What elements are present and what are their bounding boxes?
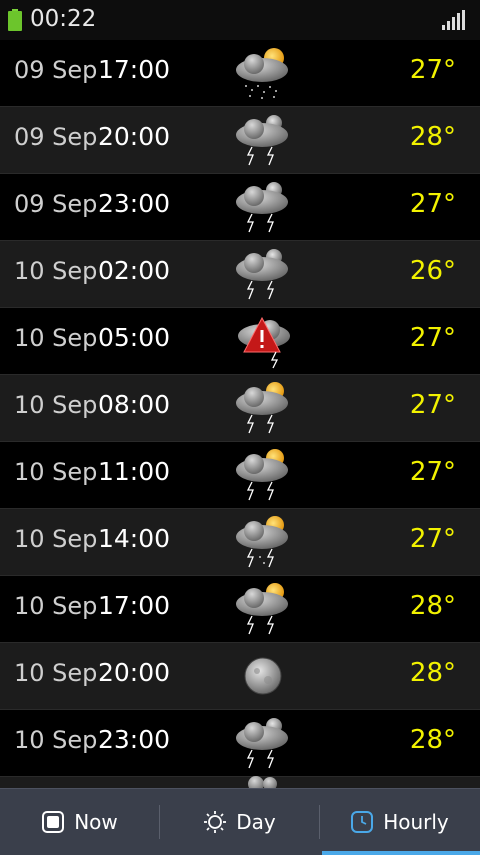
forecast-row[interactable]: 10 Sep 23:00 28° [0, 710, 480, 777]
row-temperature: 27° [409, 189, 456, 219]
row-temperature: 26° [409, 256, 456, 286]
thunderstorm-sun-icon [236, 516, 288, 568]
thunderstorm-moon-icon [236, 115, 288, 166]
row-time: 17:00 [98, 55, 171, 84]
rain-sun-cloud-icon [236, 48, 288, 99]
clock-icon [351, 811, 374, 833]
status-bar: 00:22 [0, 0, 480, 40]
thunderstorm-moon-icon [236, 249, 288, 300]
tab-hourly[interactable]: Hourly [320, 789, 480, 855]
forecast-row[interactable]: 09 Sep 17:00 27° [0, 40, 480, 107]
signal-strength-icon [442, 10, 465, 30]
tab-now-label: Now [74, 810, 118, 834]
row-time: 23:00 [98, 725, 171, 754]
moon-icon [244, 657, 282, 695]
tab-day[interactable]: Day [160, 789, 320, 855]
thunderstorm-sun-icon [236, 382, 288, 434]
forecast-row[interactable]: 10 Sep 02:00 26° [0, 241, 480, 308]
row-time: 11:00 [98, 457, 171, 486]
row-time: 20:00 [98, 658, 171, 687]
row-time: 08:00 [98, 390, 171, 419]
row-temperature: 27° [409, 457, 456, 487]
row-temperature: 27° [409, 323, 456, 353]
row-temperature: 27° [409, 55, 456, 85]
row-time: 17:00 [98, 591, 171, 620]
row-date: 10 Sep [14, 458, 98, 486]
row-temperature: 28° [409, 122, 456, 152]
row-temperature: 28° [409, 658, 456, 688]
forecast-row[interactable]: 10 Sep 05:00 27° [0, 308, 480, 375]
row-time: 02:00 [98, 256, 171, 285]
tab-now[interactable]: Now [0, 789, 160, 855]
row-date: 10 Sep [14, 257, 98, 285]
thunderstorm-sun-icon [236, 449, 288, 501]
row-date: 10 Sep [14, 659, 98, 687]
row-temperature: 28° [409, 591, 456, 621]
row-temperature: 27° [409, 524, 456, 554]
tab-day-label: Day [236, 810, 276, 834]
row-date: 09 Sep [14, 123, 98, 151]
row-date: 10 Sep [14, 726, 98, 754]
thunderstorm-moon-icon [236, 718, 288, 769]
forecast-row[interactable]: 10 Sep 17:00 28° [0, 576, 480, 643]
row-temperature: 27° [409, 390, 456, 420]
row-date: 10 Sep [14, 525, 98, 553]
row-date: 10 Sep [14, 391, 98, 419]
active-tab-indicator [322, 851, 480, 855]
row-time: 05:00 [98, 323, 171, 352]
row-time: 20:00 [98, 122, 171, 151]
forecast-row[interactable]: 10 Sep 11:00 27° [0, 442, 480, 509]
hourly-forecast-list[interactable]: 09 Sep 17:00 27° 09 Sep 20:00 28° 09 Sep… [0, 40, 480, 788]
forecast-row[interactable]: 10 Sep 14:00 27° [0, 509, 480, 576]
bottom-tab-bar: Now Day Hourly [0, 788, 480, 855]
row-temperature: 28° [409, 725, 456, 755]
tab-hourly-label: Hourly [383, 810, 449, 834]
row-date: 09 Sep [14, 190, 98, 218]
thunderstorm-moon-icon [236, 182, 288, 233]
row-date: 09 Sep [14, 56, 98, 84]
severe-warning-storm-icon [238, 316, 290, 369]
forecast-row[interactable]: 09 Sep 20:00 28° [0, 107, 480, 174]
row-date: 10 Sep [14, 324, 98, 352]
battery-icon [8, 9, 22, 31]
row-time: 23:00 [98, 189, 171, 218]
sun-outline-icon [204, 811, 227, 833]
status-clock: 00:22 [30, 6, 97, 32]
row-time: 14:00 [98, 524, 171, 553]
cloud-icon [248, 776, 277, 788]
forecast-row[interactable]: 10 Sep 20:00 28° [0, 643, 480, 710]
thunderstorm-sun-icon [236, 583, 288, 635]
now-square-icon [42, 811, 65, 833]
forecast-row[interactable]: 09 Sep 23:00 27° [0, 174, 480, 241]
forecast-row[interactable]: 10 Sep 08:00 27° [0, 375, 480, 442]
row-date: 10 Sep [14, 592, 98, 620]
